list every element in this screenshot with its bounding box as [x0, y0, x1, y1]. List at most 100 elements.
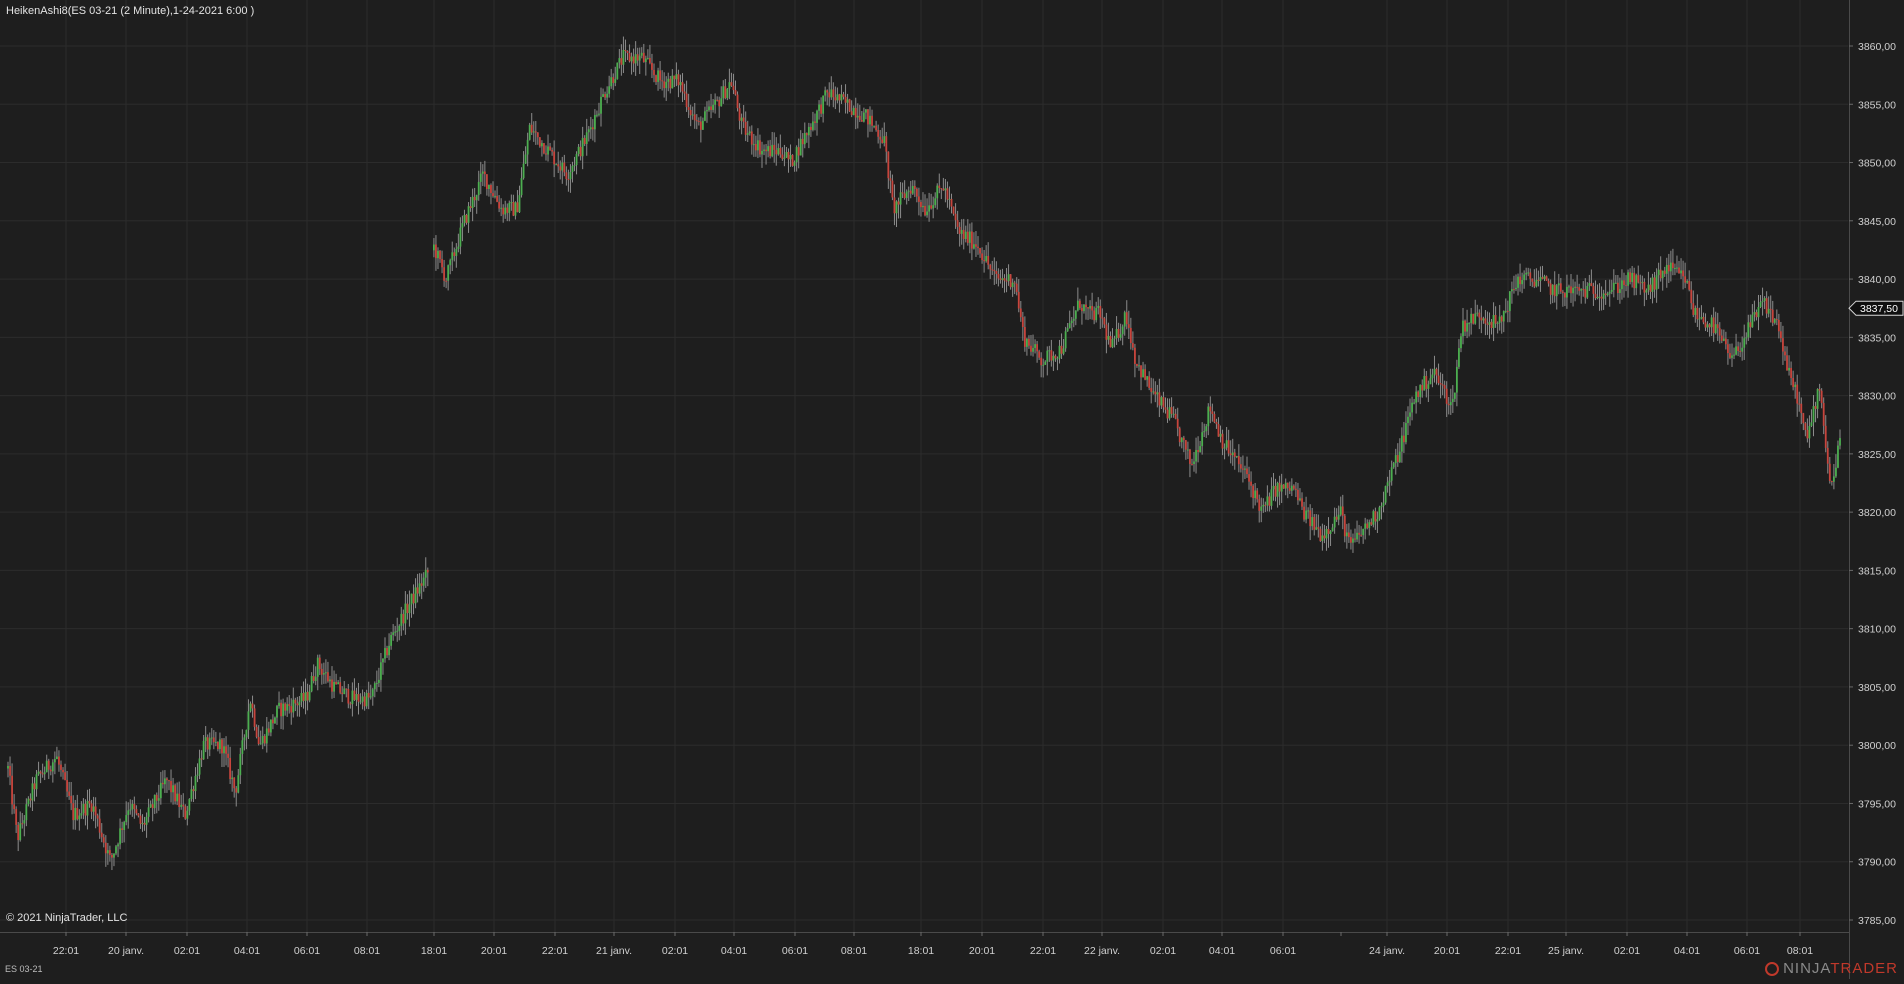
bar-down: [1824, 425, 1827, 448]
bar-down: [1189, 449, 1191, 464]
bar-down: [1653, 277, 1656, 290]
bar-up: [80, 813, 83, 816]
bar-up: [1741, 347, 1744, 352]
bar-up: [1631, 272, 1634, 283]
x-tick-label: 20:01: [481, 945, 507, 957]
bar-up: [1203, 431, 1206, 433]
chart-panel[interactable]: 3785,00 3790,00 3795,00 3800,00 3805,00 3810,…: [0, 0, 1904, 979]
bar-up: [856, 115, 859, 118]
bar-up: [500, 207, 503, 209]
bar-up: [1680, 270, 1682, 274]
bar-down: [345, 688, 348, 690]
bar-down: [1099, 305, 1102, 318]
bar-down: [161, 782, 164, 785]
bar-down: [1162, 397, 1165, 408]
bar-up: [304, 692, 307, 701]
bar-up: [573, 165, 576, 167]
y-tick-label: 3805,00: [1858, 682, 1896, 694]
bar-down: [1820, 390, 1823, 403]
bar-down: [954, 213, 957, 221]
bar-up: [895, 201, 898, 214]
bar-down: [661, 80, 664, 82]
bar-up: [1621, 280, 1623, 290]
bar-up: [571, 165, 574, 172]
bar-up: [359, 701, 362, 703]
bar-down: [1561, 291, 1564, 294]
bar-up: [1566, 286, 1568, 298]
bar-down: [108, 850, 111, 855]
bar-up: [1376, 519, 1379, 522]
x-tick-label: 02:01: [1150, 945, 1176, 957]
bar-up: [1235, 456, 1238, 458]
bar-down: [1671, 262, 1674, 269]
bar-down: [88, 800, 91, 804]
bar-up: [1808, 425, 1811, 439]
bar-down: [553, 151, 556, 165]
bar-up: [640, 52, 643, 56]
bar-down: [469, 206, 472, 208]
bar-down: [1309, 510, 1312, 527]
bar-up: [449, 260, 452, 266]
bar-up: [208, 738, 211, 750]
bar-down: [363, 696, 366, 707]
bar-down: [850, 111, 853, 115]
bar-down: [100, 832, 103, 838]
bar-up: [461, 223, 464, 228]
bar-down: [47, 760, 50, 770]
bar-up: [398, 625, 401, 631]
bar-up: [1832, 476, 1835, 482]
bar-down: [1268, 496, 1271, 506]
bar-down: [1227, 440, 1230, 454]
bar-up: [504, 207, 507, 215]
bar-up: [265, 728, 268, 744]
bar-down: [1724, 338, 1727, 345]
bar-up: [292, 699, 295, 713]
bar-down: [327, 672, 329, 682]
bar-down: [257, 736, 260, 745]
bar-down: [1639, 282, 1642, 284]
bar-up: [785, 151, 788, 158]
bar-up: [1276, 482, 1279, 497]
bar-up: [410, 593, 413, 605]
bar-up: [125, 815, 128, 823]
bar-down: [1140, 365, 1142, 378]
bar-down: [842, 94, 845, 97]
bar-up: [1698, 318, 1701, 320]
bar-up: [616, 62, 619, 80]
bar-down: [1500, 316, 1503, 322]
bar-up: [948, 198, 951, 200]
bar-down: [15, 809, 18, 825]
indicator-label: HeikenAshi8(ES 03-21 (2 Minute),1-24-202…: [6, 5, 255, 17]
bar-down: [1649, 284, 1652, 292]
bar-down: [669, 78, 672, 89]
bar-down: [848, 99, 851, 112]
bar-down: [1549, 283, 1552, 295]
bar-up: [795, 147, 798, 163]
bar-up: [23, 820, 26, 824]
bar-down: [212, 737, 215, 743]
bar-down: [826, 90, 829, 93]
bar-down: [889, 178, 892, 181]
bar-up: [610, 77, 613, 87]
heiken-ashi-chart[interactable]: 3785,00 3790,00 3795,00 3800,00 3805,00 3810,…: [0, 0, 1904, 979]
bar-up: [726, 88, 729, 99]
bar-up: [371, 689, 374, 697]
bar-up: [761, 150, 763, 155]
bar-up: [1405, 423, 1407, 443]
bar-down: [775, 149, 778, 155]
bar-down: [64, 772, 66, 781]
bar-down: [1292, 485, 1295, 489]
bar-up: [547, 146, 549, 155]
bar-down: [1582, 288, 1585, 290]
bar-up: [865, 109, 867, 113]
bar-down: [1765, 298, 1768, 314]
bar-down: [787, 151, 790, 160]
bar-down: [1490, 321, 1493, 328]
bar-down: [1437, 375, 1440, 384]
bar-up: [43, 772, 46, 775]
bar-down: [975, 244, 977, 247]
bar-up: [852, 107, 855, 115]
bar-up: [1097, 305, 1100, 308]
bar-up: [883, 136, 886, 143]
bar-up: [1064, 331, 1067, 349]
